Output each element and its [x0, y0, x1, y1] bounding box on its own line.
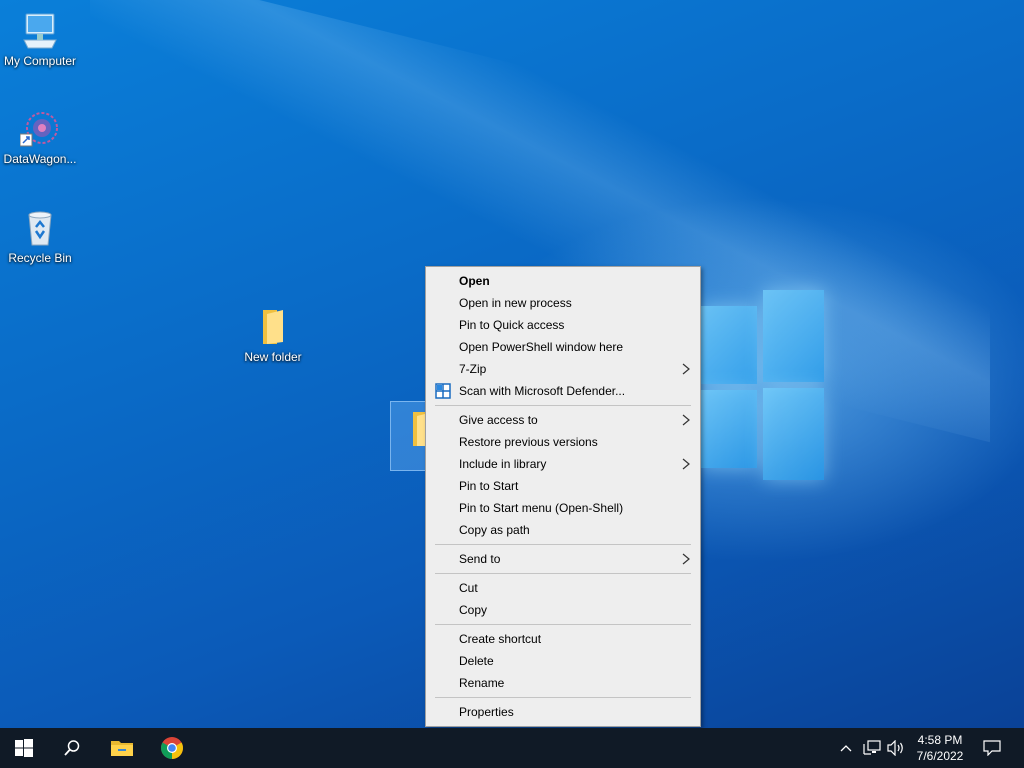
start-button[interactable] [0, 728, 48, 768]
chrome-icon [161, 737, 183, 759]
chevron-right-icon [682, 458, 690, 470]
desktop-icon-label: My Computer [3, 54, 77, 68]
menu-item-label: Rename [459, 676, 505, 690]
folder-icon [253, 306, 293, 346]
desktop-icon-label: DataWagon... [3, 152, 77, 166]
chevron-right-icon [682, 363, 690, 375]
defender-shield-icon [435, 383, 451, 399]
file-explorer-icon [111, 741, 133, 756]
menu-item-copy-as-path[interactable]: Copy as path [426, 519, 700, 541]
menu-item-7zip[interactable]: 7-Zip [426, 358, 700, 380]
show-hidden-icons-button[interactable] [835, 728, 857, 768]
menu-item-pin-quick-access[interactable]: Pin to Quick access [426, 314, 700, 336]
menu-separator [435, 573, 691, 574]
network-button[interactable] [860, 728, 884, 768]
menu-separator [435, 697, 691, 698]
notification-center-button[interactable] [972, 728, 1012, 768]
menu-item-pin-start-openshell[interactable]: Pin to Start menu (Open-Shell) [426, 497, 700, 519]
computer-icon [20, 10, 60, 50]
menu-item-label: Create shortcut [459, 632, 542, 646]
desktop-icon-datawagon[interactable]: DataWagon... [0, 108, 80, 166]
context-menu: Open Open in new process Pin to Quick ac… [425, 266, 701, 727]
volume-button[interactable] [884, 728, 908, 768]
menu-item-label: Scan with Microsoft Defender... [459, 384, 626, 398]
menu-separator [435, 405, 691, 406]
menu-item-label: Open PowerShell window here [459, 340, 624, 354]
volume-icon [887, 740, 903, 756]
menu-item-label: Copy as path [459, 523, 530, 537]
menu-item-open-powershell[interactable]: Open PowerShell window here [426, 336, 700, 358]
taskbar: 4:58 PM 7/6/2022 [0, 728, 1024, 768]
menu-item-rename[interactable]: Rename [426, 672, 700, 694]
menu-item-label: Delete [459, 654, 494, 668]
menu-separator [435, 624, 691, 625]
notification-icon [983, 740, 1001, 756]
menu-item-label: Send to [459, 552, 501, 566]
chevron-right-icon [682, 414, 690, 426]
clock-date: 7/6/2022 [916, 749, 964, 763]
clock[interactable]: 4:58 PM 7/6/2022 [910, 728, 970, 768]
clock-time: 4:58 PM [917, 733, 963, 747]
chrome-button[interactable] [148, 728, 196, 768]
menu-item-label: Copy [459, 603, 488, 617]
start-icon [15, 739, 33, 757]
menu-item-properties[interactable]: Properties [426, 701, 700, 723]
desktop-icon-label: Recycle Bin [8, 251, 72, 265]
desktop-icon-my-computer[interactable]: My Computer [0, 10, 80, 68]
menu-item-label: Cut [459, 581, 478, 595]
file-explorer-button[interactable] [98, 728, 146, 768]
search-icon [64, 740, 80, 756]
app-shortcut-icon [19, 108, 60, 148]
menu-item-label: Properties [459, 705, 514, 719]
menu-item-copy[interactable]: Copy [426, 599, 700, 621]
menu-item-label: Open [459, 274, 490, 288]
menu-item-pin-start[interactable]: Pin to Start [426, 475, 700, 497]
menu-item-label: Open in new process [459, 296, 572, 310]
menu-item-scan-defender[interactable]: Scan with Microsoft Defender... [426, 380, 700, 402]
search-button[interactable] [48, 728, 96, 768]
menu-item-label: Pin to Quick access [459, 318, 565, 332]
chevron-right-icon [682, 553, 690, 565]
menu-item-label: Pin to Start [459, 479, 519, 493]
menu-item-open[interactable]: Open [426, 270, 700, 292]
desktop-icon-new-folder[interactable]: New folder [233, 306, 313, 364]
desktop-icon-label: New folder [244, 350, 302, 364]
menu-item-send-to[interactable]: Send to [426, 548, 700, 570]
menu-separator [435, 544, 691, 545]
chevron-up-icon [840, 745, 852, 752]
recycle-bin-icon [20, 207, 60, 247]
menu-item-delete[interactable]: Delete [426, 650, 700, 672]
menu-item-create-shortcut[interactable]: Create shortcut [426, 628, 700, 650]
menu-item-cut[interactable]: Cut [426, 577, 700, 599]
menu-item-open-new-process[interactable]: Open in new process [426, 292, 700, 314]
menu-item-label: 7-Zip [459, 362, 487, 376]
menu-item-label: Restore previous versions [459, 435, 598, 449]
windows-logo-wallpaper [700, 290, 824, 482]
desktop-icon-recycle-bin[interactable]: Recycle Bin [0, 207, 80, 265]
menu-item-restore-versions[interactable]: Restore previous versions [426, 431, 700, 453]
menu-item-include-library[interactable]: Include in library [426, 453, 700, 475]
menu-item-label: Include in library [459, 457, 547, 471]
menu-item-give-access[interactable]: Give access to [426, 409, 700, 431]
network-icon [863, 740, 881, 755]
menu-item-label: Pin to Start menu (Open-Shell) [459, 501, 624, 515]
menu-item-label: Give access to [459, 413, 538, 427]
